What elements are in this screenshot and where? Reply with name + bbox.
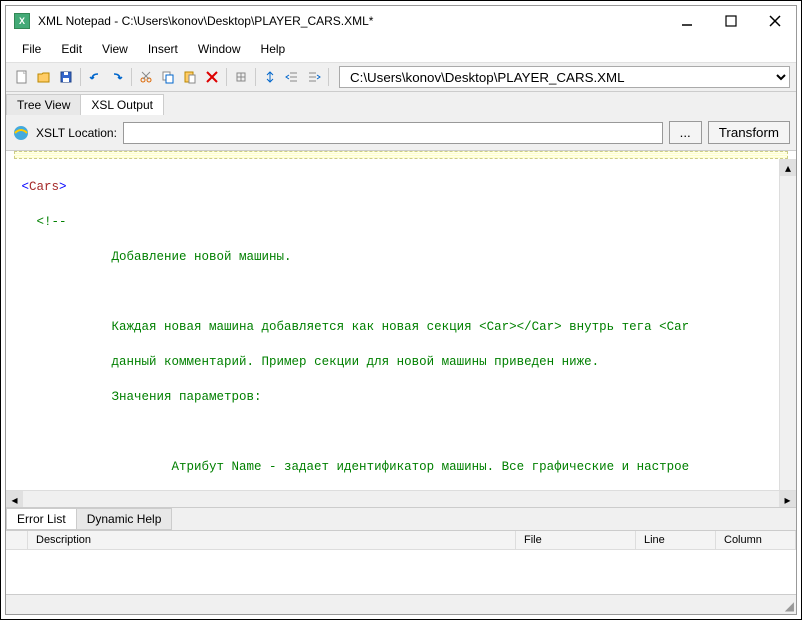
save-button[interactable] — [56, 67, 76, 87]
tab-tree-view[interactable]: Tree View — [6, 94, 81, 115]
bottom-tabs: Error List Dynamic Help — [6, 507, 796, 530]
undo-button[interactable] — [85, 67, 105, 87]
view-tabs: Tree View XSL Output — [6, 92, 796, 115]
toolbar: C:\Users\konov\Desktop\PLAYER_CARS.XML — [6, 63, 796, 92]
grid-col-icon[interactable] — [6, 531, 28, 549]
window-title: XML Notepad - C:\Users\konov\Desktop\PLA… — [38, 14, 674, 28]
cut-button[interactable] — [136, 67, 156, 87]
maximize-button[interactable] — [718, 8, 744, 34]
error-grid: Description File Line Column — [6, 530, 796, 594]
menubar: File Edit View Insert Window Help — [6, 36, 796, 63]
xslt-location-input[interactable] — [123, 122, 663, 144]
new-button[interactable] — [12, 67, 32, 87]
delete-button[interactable] — [202, 67, 222, 87]
xslt-label: XSLT Location: — [36, 126, 117, 140]
transform-button[interactable]: Transform — [708, 121, 790, 144]
titlebar: X XML Notepad - C:\Users\konov\Desktop\P… — [6, 6, 796, 36]
tool-button-1[interactable] — [231, 67, 251, 87]
statusbar: ◢ — [6, 594, 796, 614]
code-view[interactable]: <Cars> <!-- Добавление новой машины. Каж… — [6, 159, 779, 490]
tab-error-list[interactable]: Error List — [6, 508, 77, 530]
horizontal-scrollbar[interactable]: ◂ ▸ — [6, 490, 796, 507]
menu-edit[interactable]: Edit — [53, 40, 90, 58]
highlight-band — [14, 151, 788, 159]
menu-insert[interactable]: Insert — [140, 40, 186, 58]
tool-button-2[interactable] — [260, 67, 280, 87]
indent-button[interactable] — [304, 67, 324, 87]
path-combobox[interactable]: C:\Users\konov\Desktop\PLAYER_CARS.XML — [339, 66, 790, 88]
grid-col-description[interactable]: Description — [28, 531, 516, 549]
menu-view[interactable]: View — [94, 40, 136, 58]
app-icon: X — [14, 13, 30, 29]
minimize-button[interactable] — [674, 8, 700, 34]
grid-body — [6, 550, 796, 594]
tab-dynamic-help[interactable]: Dynamic Help — [76, 508, 173, 530]
xslt-bar: XSLT Location: ... Transform — [6, 115, 796, 151]
menu-help[interactable]: Help — [253, 40, 294, 58]
close-button[interactable] — [762, 8, 788, 34]
menu-window[interactable]: Window — [190, 40, 249, 58]
redo-button[interactable] — [107, 67, 127, 87]
vertical-scrollbar[interactable]: ▴ — [779, 159, 796, 490]
grid-col-line[interactable]: Line — [636, 531, 716, 549]
browse-button[interactable]: ... — [669, 121, 702, 144]
grid-col-file[interactable]: File — [516, 531, 636, 549]
open-button[interactable] — [34, 67, 54, 87]
copy-button[interactable] — [158, 67, 178, 87]
resize-grip[interactable]: ◢ — [780, 595, 796, 614]
grid-col-column[interactable]: Column — [716, 531, 796, 549]
ie-icon — [12, 124, 30, 142]
tab-xsl-output[interactable]: XSL Output — [80, 94, 164, 115]
outdent-button[interactable] — [282, 67, 302, 87]
paste-button[interactable] — [180, 67, 200, 87]
menu-file[interactable]: File — [14, 40, 49, 58]
